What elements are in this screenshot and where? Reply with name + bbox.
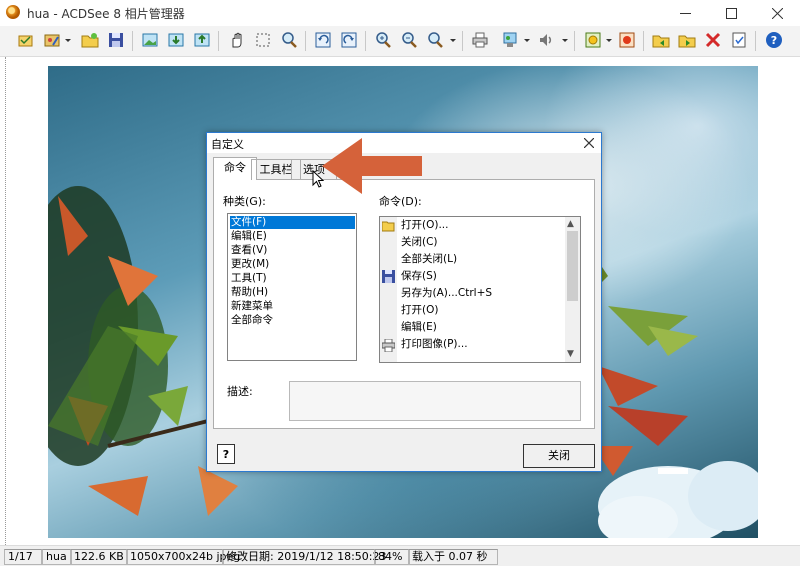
acdsee-app-icon[interactable]	[6, 5, 20, 19]
zoom-dropdown-icon[interactable]	[425, 30, 445, 50]
maximize-icon	[725, 7, 737, 19]
category-item-help[interactable]: 帮助(H)	[230, 286, 355, 299]
close-button[interactable]: 关闭	[523, 444, 595, 468]
window-title: hua - ACDSee 8 相片管理器	[27, 7, 185, 21]
acquire-icon[interactable]	[16, 30, 36, 50]
scroll-up-icon[interactable]: ▲	[567, 219, 574, 229]
description-label: 描述:	[227, 385, 253, 398]
dialog-close-button[interactable]	[581, 135, 597, 151]
status-dimensions: 1050x700x24b jpeg	[126, 549, 240, 565]
rotate-right-icon[interactable]	[339, 30, 359, 50]
scroll-thumb[interactable]	[567, 231, 578, 301]
rotate-left-icon[interactable]	[313, 30, 333, 50]
toolbar-separator	[305, 31, 306, 51]
status-filename: hua	[42, 549, 72, 565]
status-file-size: 122.6 KB	[70, 549, 128, 565]
category-item-tools[interactable]: 工具(T)	[230, 272, 355, 285]
status-zoom: 84%	[374, 549, 410, 565]
description-box	[289, 381, 581, 421]
select-icon[interactable]	[253, 30, 273, 50]
edit-icon[interactable]	[42, 30, 62, 50]
command-list-scrollbar[interactable]: ▲ ▼	[565, 217, 580, 362]
zoom-in-icon[interactable]	[373, 30, 393, 50]
command-item-edit[interactable]: 编辑(E)	[401, 319, 437, 336]
audio-icon[interactable]	[536, 30, 556, 50]
command-item-close[interactable]: 关闭(C)	[401, 234, 438, 251]
maximize-button[interactable]	[708, 0, 754, 26]
viewer-edge	[0, 57, 6, 545]
toolbar-separator	[574, 31, 575, 51]
command-item-print-image[interactable]: 打印图像(P)...	[401, 336, 468, 353]
category-label: 种类(G):	[223, 195, 266, 208]
dialog-help-button[interactable]: ?	[217, 444, 235, 464]
category-list[interactable]: 文件(F) 编辑(E) 查看(V) 更改(M) 工具(T) 帮助(H) 新建菜单…	[227, 213, 357, 361]
zoom-out-icon[interactable]	[399, 30, 419, 50]
help-icon[interactable]: ?	[764, 30, 784, 50]
mouse-cursor-icon	[312, 170, 324, 188]
command-item-open-2[interactable]: 打开(O)	[401, 302, 438, 319]
edit-dropdown-icon[interactable]	[65, 39, 71, 42]
plugin-dropdown-icon[interactable]	[606, 39, 612, 42]
close-icon	[771, 7, 783, 19]
save-icon[interactable]	[106, 30, 126, 50]
command-list[interactable]: 打开(O)... 关闭(C) 全部关闭(L) 保存(S) 另存为(A)...Ct…	[379, 216, 581, 363]
toolbar-separator	[462, 31, 463, 51]
open-icon[interactable]	[80, 30, 100, 50]
zoom-menu-arrow-icon[interactable]	[450, 39, 456, 42]
delete-icon[interactable]	[703, 30, 723, 50]
status-load-time: 载入于 0.07 秒	[408, 549, 498, 565]
command-item-save-as[interactable]: 另存为(A)...Ctrl+S	[401, 285, 492, 302]
category-item-new-menu[interactable]: 新建菜单	[230, 300, 355, 313]
properties-icon[interactable]	[729, 30, 749, 50]
audio-dropdown-icon[interactable]	[562, 39, 568, 42]
export-icon[interactable]	[192, 30, 212, 50]
category-item-edit[interactable]: 编辑(E)	[230, 230, 355, 243]
toolbar-separator	[365, 31, 366, 51]
print-icon	[382, 339, 395, 352]
import-icon[interactable]	[166, 30, 186, 50]
status-bar: 1/17 hua 122.6 KB 1050x700x24b jpeg 修改日期…	[0, 545, 800, 566]
command-item-open[interactable]: 打开(O)...	[401, 217, 448, 234]
command-item-save[interactable]: 保存(S)	[401, 268, 437, 285]
dialog-title: 自定义	[211, 138, 244, 151]
status-modified-date: 修改日期: 2019/1/12 18:50:23	[222, 549, 387, 565]
category-item-all-commands[interactable]: 全部命令	[230, 314, 355, 327]
toolbar-separator	[643, 31, 644, 51]
annotation-arrow-icon	[322, 138, 422, 194]
wallpaper-icon[interactable]	[500, 30, 520, 50]
color-icon[interactable]	[617, 30, 637, 50]
hand-icon[interactable]	[227, 30, 247, 50]
toolbar-separator	[132, 31, 133, 51]
minimize-button[interactable]	[662, 0, 708, 26]
toolbar-separator	[218, 31, 219, 51]
main-toolbar: ?	[0, 26, 800, 57]
next-folder-icon[interactable]	[677, 30, 697, 50]
status-position: 1/17	[4, 549, 42, 565]
close-window-button[interactable]	[754, 0, 800, 26]
plugin-icon[interactable]	[583, 30, 603, 50]
svg-text:?: ?	[771, 34, 777, 47]
zoom-tool-icon[interactable]	[279, 30, 299, 50]
category-item-modify[interactable]: 更改(M)	[230, 258, 355, 271]
command-item-close-all[interactable]: 全部关闭(L)	[401, 251, 457, 268]
scroll-down-icon[interactable]: ▼	[567, 349, 574, 359]
save-icon	[382, 270, 395, 283]
prev-folder-icon[interactable]	[651, 30, 671, 50]
minimize-icon	[679, 12, 691, 14]
open-folder-icon	[382, 221, 395, 232]
close-icon	[584, 138, 594, 148]
add-image-icon[interactable]	[140, 30, 160, 50]
wallpaper-dropdown-icon[interactable]	[524, 39, 530, 42]
toolbar-separator	[755, 31, 756, 51]
print-icon[interactable]	[470, 30, 490, 50]
title-bar: hua - ACDSee 8 相片管理器	[0, 0, 800, 26]
category-item-view[interactable]: 查看(V)	[230, 244, 355, 257]
category-item-file[interactable]: 文件(F)	[230, 216, 355, 229]
